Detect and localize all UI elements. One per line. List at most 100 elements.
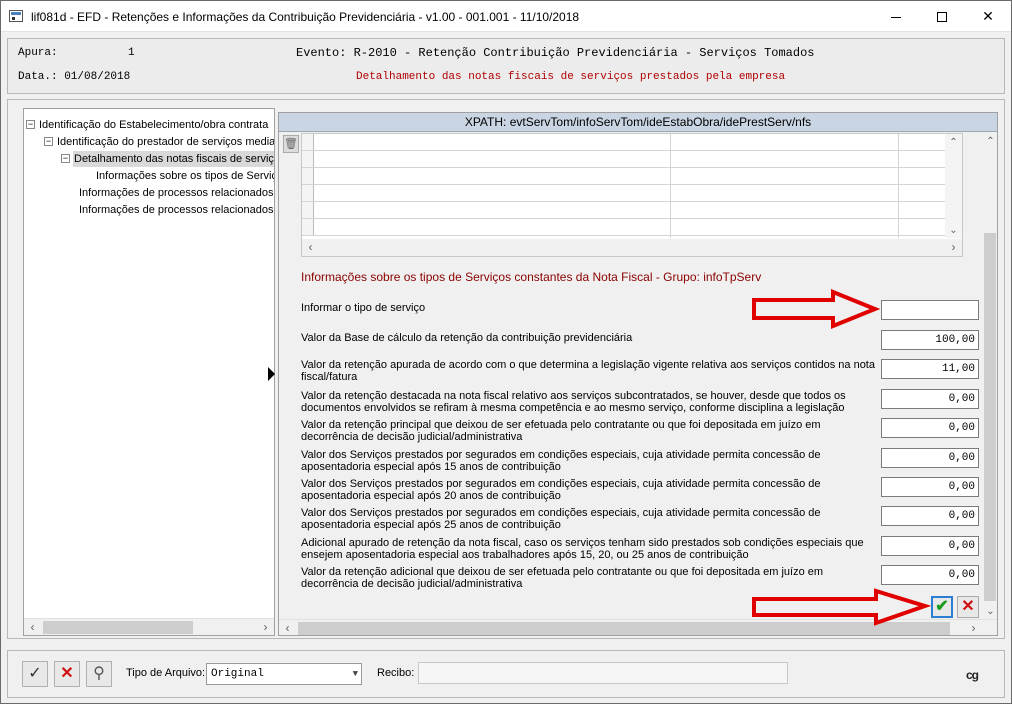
- field-label: Valor dos Serviços prestados por segurad…: [301, 449, 821, 473]
- scroll-down-icon[interactable]: ⌄: [945, 222, 962, 239]
- recibo-label: Recibo:: [377, 667, 415, 679]
- tree-item-label: Informações de processos relacionados a: [79, 187, 275, 199]
- panel-vertical-scrollbar[interactable]: ⌃ ⌄: [982, 133, 997, 620]
- scroll-left-icon[interactable]: ‹: [24, 619, 41, 635]
- field-label: Valor da retenção destacada na nota fisc…: [301, 390, 846, 414]
- field-label: Adicional apurado de retenção da nota fi…: [301, 537, 864, 561]
- navigation-tree[interactable]: − Identificação do Estabelecimento/obra …: [23, 108, 275, 636]
- close-icon: ✕: [982, 8, 994, 24]
- confirm-toolbar-button[interactable]: ✓: [22, 661, 48, 687]
- field-label: Valor da retenção adicional que deixou d…: [301, 566, 824, 590]
- retencao-adicional-input[interactable]: 0,00: [881, 565, 979, 585]
- collapse-icon[interactable]: −: [44, 137, 53, 146]
- trash-icon[interactable]: 🗑: [283, 135, 299, 153]
- scroll-thumb[interactable]: [984, 233, 996, 601]
- row-selector[interactable]: [302, 151, 314, 167]
- retencao-principal-input[interactable]: 0,00: [881, 418, 979, 438]
- x-icon: ✕: [961, 598, 975, 615]
- evento-title: Evento: R-2010 - Retenção Contribuição P…: [296, 46, 815, 60]
- search-toolbar-button[interactable]: ⚲: [86, 661, 112, 687]
- recibo-input[interactable]: [418, 662, 788, 684]
- table-row[interactable]: [302, 134, 962, 151]
- app-icon: [9, 10, 23, 22]
- table-row[interactable]: [302, 168, 962, 185]
- cancel-button[interactable]: ✕: [957, 596, 979, 618]
- grid-vertical-scrollbar[interactable]: ⌃ ⌄: [945, 134, 962, 238]
- tree-item-label: Informações sobre os tipos de Serviço: [96, 170, 275, 182]
- detail-panel: XPATH: evtServTom/infoServTom/ideEstabOb…: [278, 112, 998, 636]
- nfs-grid[interactable]: ⌃ ⌄ ‹ ›: [301, 133, 963, 257]
- scroll-left-icon[interactable]: ‹: [279, 620, 296, 635]
- grid-horizontal-scrollbar[interactable]: ‹ ›: [302, 239, 962, 256]
- grid-column-divider: [670, 134, 671, 238]
- tipo-arquivo-value: Original: [211, 668, 264, 680]
- tree-item-label: Identificação do prestador de serviços m…: [57, 136, 275, 148]
- scroll-right-icon[interactable]: ›: [945, 239, 962, 256]
- xpath-bar: XPATH: evtServTom/infoServTom/ideEstabOb…: [279, 113, 997, 132]
- confirm-button[interactable]: ✔: [931, 596, 953, 618]
- cancel-toolbar-button[interactable]: ✕: [54, 661, 80, 687]
- logo-text: cg: [966, 668, 979, 682]
- scroll-down-icon[interactable]: ⌄: [982, 603, 997, 620]
- row-selector[interactable]: [302, 185, 314, 201]
- scroll-track[interactable]: [322, 241, 922, 254]
- field-label: Valor dos Serviços prestados por segurad…: [301, 478, 821, 502]
- tipo-arquivo-select[interactable]: Original ▼: [206, 663, 362, 685]
- tree-item-label: Detalhamento das notas fiscais de serviç: [73, 151, 274, 167]
- scroll-right-icon[interactable]: ›: [965, 620, 982, 635]
- row-selector[interactable]: [302, 202, 314, 218]
- tree-item-processos-2[interactable]: Informações de processos relacionados a: [79, 202, 275, 218]
- scroll-up-icon[interactable]: ⌃: [945, 134, 962, 151]
- splitter-arrow-icon[interactable]: [268, 367, 275, 381]
- field-label: Valor da retenção principal que deixou d…: [301, 419, 821, 443]
- company-logo: cg: [966, 668, 979, 682]
- table-row[interactable]: [302, 219, 962, 236]
- row-selector[interactable]: [302, 168, 314, 184]
- minimize-button[interactable]: [873, 1, 919, 32]
- data-label: Data.: 01/08/2018: [18, 71, 131, 83]
- annotation-arrow-icon: [752, 588, 931, 626]
- apura-label: Apura:: [18, 47, 58, 59]
- field-label: Valor da retenção apurada de acordo com …: [301, 359, 875, 383]
- maximize-button[interactable]: [919, 1, 965, 32]
- minimize-icon: [891, 16, 901, 18]
- chevron-down-icon: ▼: [352, 669, 358, 679]
- grid-column-divider: [898, 134, 899, 238]
- annotation-arrow-icon: [752, 289, 881, 329]
- tree-item-processos-1[interactable]: Informações de processos relacionados a: [79, 185, 275, 201]
- table-row[interactable]: [302, 151, 962, 168]
- window-title: lif081d - EFD - Retenções e Informações …: [31, 10, 580, 24]
- scroll-right-icon[interactable]: ›: [257, 619, 274, 635]
- tree-item-label: Informações de processos relacionados a: [79, 204, 275, 216]
- tree-horizontal-scrollbar[interactable]: ‹ ›: [24, 618, 274, 635]
- apura-value: 1: [128, 47, 135, 59]
- scroll-left-icon[interactable]: ‹: [302, 239, 319, 256]
- servicos-15-anos-input[interactable]: 0,00: [881, 448, 979, 468]
- collapse-icon[interactable]: −: [26, 120, 35, 129]
- scroll-up-icon[interactable]: ⌃: [982, 133, 997, 150]
- check-icon: ✓: [28, 665, 42, 682]
- adicional-apurado-input[interactable]: 0,00: [881, 536, 979, 556]
- close-button[interactable]: ✕: [965, 1, 1011, 32]
- row-selector[interactable]: [302, 219, 314, 235]
- bottom-toolbar: ✓ ✕ ⚲ Tipo de Arquivo: Original ▼ Recibo…: [7, 650, 1005, 698]
- row-selector[interactable]: [302, 134, 314, 150]
- table-row[interactable]: [302, 185, 962, 202]
- tree-item-label: Identificação do Estabelecimento/obra co…: [39, 119, 269, 131]
- tree-item-notas-fiscais[interactable]: − Detalhamento das notas fiscais de serv…: [61, 151, 274, 167]
- tipo-servico-input[interactable]: [881, 300, 979, 320]
- servicos-20-anos-input[interactable]: 0,00: [881, 477, 979, 497]
- tree-item-tipos-servico[interactable]: Informações sobre os tipos de Serviço: [96, 168, 275, 184]
- retencao-subcontratados-input[interactable]: 0,00: [881, 389, 979, 409]
- base-calculo-input[interactable]: 100,00: [881, 330, 979, 350]
- evento-subtitle: Detalhamento das notas fiscais de serviç…: [356, 71, 786, 83]
- scroll-thumb[interactable]: [43, 621, 193, 634]
- magnifier-icon: ⚲: [93, 665, 105, 682]
- retencao-apurada-input[interactable]: 11,00: [881, 359, 979, 379]
- table-row[interactable]: [302, 202, 962, 219]
- check-icon: ✔: [935, 598, 949, 615]
- section-title: Informações sobre os tipos de Serviços c…: [301, 270, 762, 284]
- tipo-arquivo-label: Tipo de Arquivo:: [126, 667, 206, 679]
- servicos-25-anos-input[interactable]: 0,00: [881, 506, 979, 526]
- collapse-icon[interactable]: −: [61, 154, 70, 163]
